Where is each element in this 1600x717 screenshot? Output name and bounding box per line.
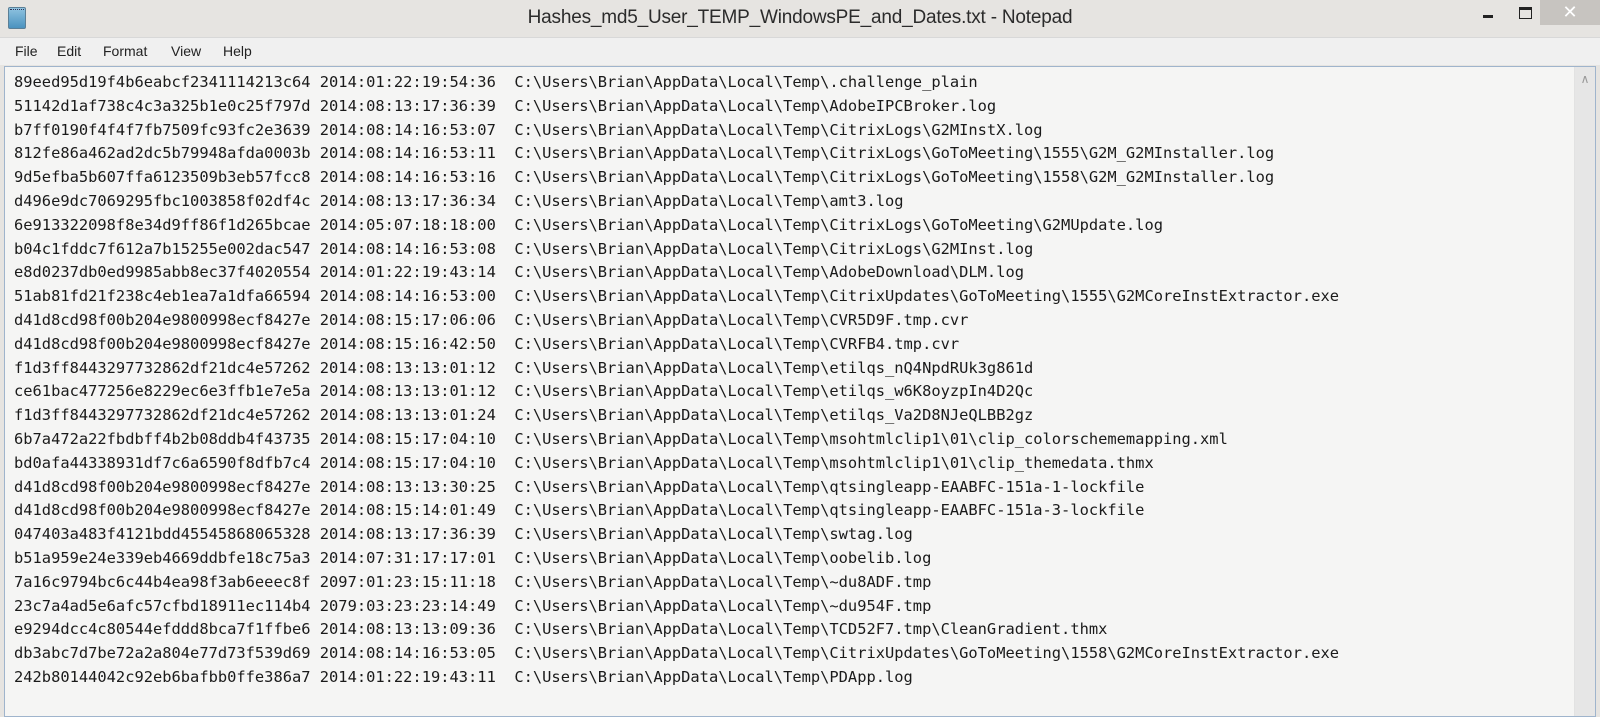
text-line: b51a959e24e339eb4669ddbfe18c75a3 2014:07… bbox=[14, 548, 932, 567]
text-line: d496e9dc7069295fbc1003858f02df4c 2014:08… bbox=[14, 191, 904, 210]
text-line: f1d3ff8443297732862df21dc4e57262 2014:08… bbox=[14, 358, 1034, 377]
text-line: b7ff0190f4f4f7fb7509fc93fc2e3639 2014:08… bbox=[14, 120, 1043, 139]
menu-edit[interactable]: Edit bbox=[57, 43, 81, 59]
chevron-up-icon: ∧ bbox=[1580, 72, 1590, 86]
close-button[interactable]: ✕ bbox=[1540, 0, 1600, 25]
text-line: db3abc7d7be72a2a804e77d73f539d69 2014:08… bbox=[14, 644, 1340, 663]
maximize-button[interactable] bbox=[1510, 0, 1540, 26]
text-line: 23c7a4ad5e6afc57cfbd18911ec114b4 2079:03… bbox=[14, 596, 932, 615]
menu-format[interactable]: Format bbox=[103, 43, 147, 59]
title-bar[interactable]: Hashes_md5_User_TEMP_WindowsPE_and_Dates… bbox=[0, 0, 1600, 36]
text-line: d41d8cd98f00b204e9800998ecf8427e 2014:08… bbox=[14, 334, 960, 353]
menu-help[interactable]: Help bbox=[223, 43, 252, 59]
vertical-scrollbar[interactable]: ∧ bbox=[1574, 67, 1595, 716]
text-line: 6b7a472a22fbdbff4b2b08ddb4f43735 2014:08… bbox=[14, 429, 1228, 448]
text-line: f1d3ff8443297732862df21dc4e57262 2014:08… bbox=[14, 406, 1034, 425]
window-title: Hashes_md5_User_TEMP_WindowsPE_and_Dates… bbox=[527, 7, 1073, 28]
text-line: ce61bac477256e8229ec6e3ffb1e7e5a 2014:08… bbox=[14, 382, 1034, 401]
text-line: 812fe86a462ad2dc5b79948afda0003b 2014:08… bbox=[14, 144, 1275, 163]
text-line: 242b80144042c92eb6bafbb0ffe386a7 2014:01… bbox=[14, 667, 913, 686]
menu-view[interactable]: View bbox=[171, 43, 201, 59]
text-line: d41d8cd98f00b204e9800998ecf8427e 2014:08… bbox=[14, 501, 1145, 520]
text-line: 9d5efba5b607ffa6123509b3eb57fcc8 2014:08… bbox=[14, 168, 1275, 187]
close-icon: ✕ bbox=[1562, 2, 1578, 23]
text-line: 51ab81fd21f238c4eb1ea7a1dfa66594 2014:08… bbox=[14, 287, 1340, 306]
scroll-up-button[interactable]: ∧ bbox=[1575, 69, 1595, 89]
minimize-button[interactable] bbox=[1465, 0, 1510, 26]
text-line: 7a16c9794bc6c44b4ea98f3ab6eeec8f 2097:01… bbox=[14, 572, 932, 591]
maximize-icon bbox=[1518, 7, 1532, 19]
text-line: e9294dcc4c80544efddd8bca7f1ffbe6 2014:08… bbox=[14, 620, 1108, 639]
text-line: e8d0237db0ed9985abb8ec37f4020554 2014:01… bbox=[14, 263, 1024, 282]
text-editor-area[interactable]: 89eed95d19f4b6eabcf2341114213c64 2014:01… bbox=[4, 66, 1596, 717]
menu-bar: File Edit Format View Help bbox=[0, 37, 1600, 65]
text-line: 047403a483f4121bdd45545868065328 2014:08… bbox=[14, 525, 913, 544]
text-line: b04c1fddc7f612a7b15255e002dac547 2014:08… bbox=[14, 239, 1034, 258]
notepad-window: Hashes_md5_User_TEMP_WindowsPE_and_Dates… bbox=[0, 0, 1600, 717]
text-content[interactable]: 89eed95d19f4b6eabcf2341114213c64 2014:01… bbox=[14, 71, 1339, 690]
text-line: d41d8cd98f00b204e9800998ecf8427e 2014:08… bbox=[14, 477, 1145, 496]
minimize-icon bbox=[1482, 14, 1493, 18]
text-line: 89eed95d19f4b6eabcf2341114213c64 2014:01… bbox=[14, 73, 978, 91]
menu-file[interactable]: File bbox=[15, 43, 38, 59]
text-line: 51142d1af738c4c3a325b1e0c25f797d 2014:08… bbox=[14, 96, 997, 115]
text-line: 6e913322098f8e34d9ff86f1d265bcae 2014:05… bbox=[14, 215, 1163, 234]
text-line: d41d8cd98f00b204e9800998ecf8427e 2014:08… bbox=[14, 310, 969, 329]
text-line: bd0afa44338931df7c6a6590f8dfb7c4 2014:08… bbox=[14, 453, 1154, 472]
